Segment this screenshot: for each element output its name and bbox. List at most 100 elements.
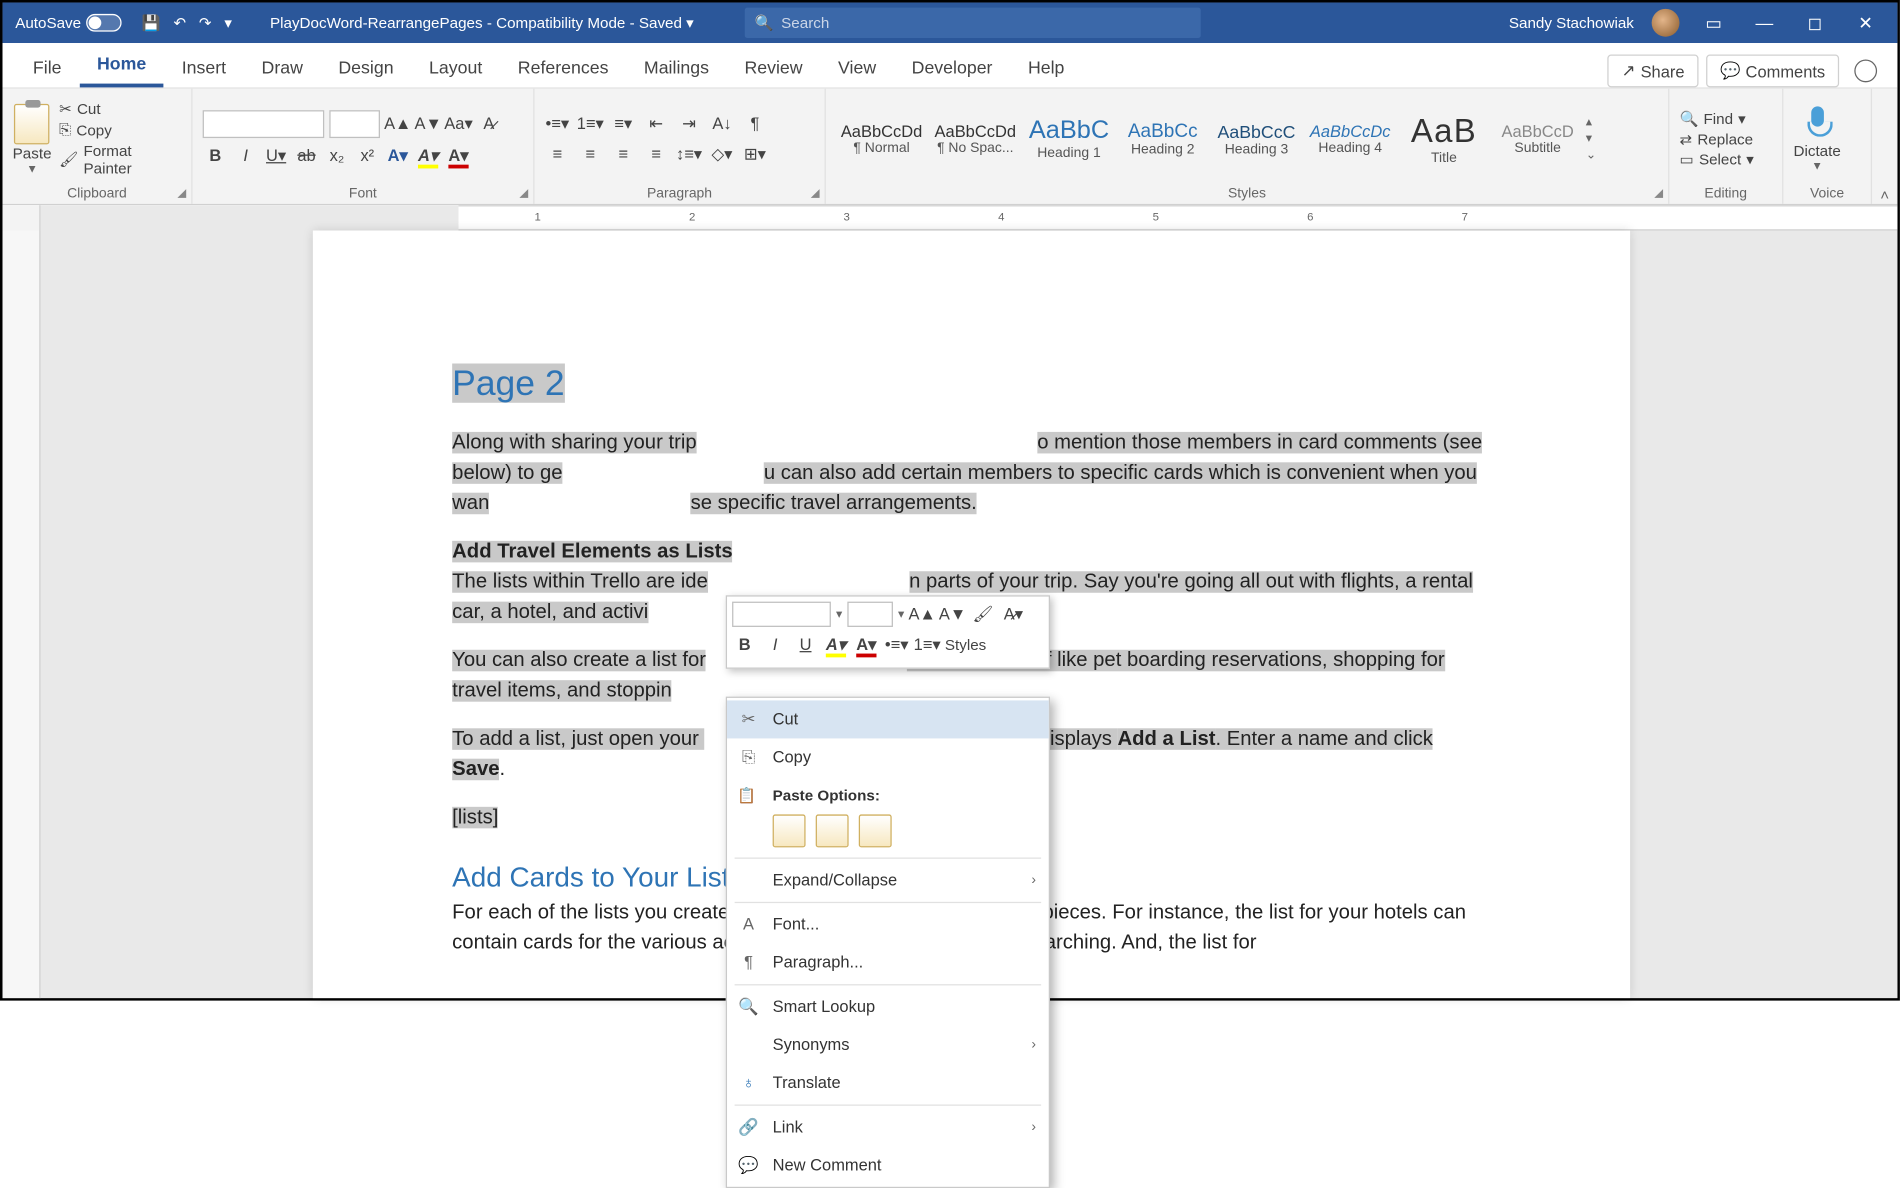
- mini-clear-format-icon[interactable]: A̷▾: [1001, 602, 1026, 627]
- tab-home[interactable]: Home: [79, 43, 164, 87]
- qat-customize-icon[interactable]: ▾: [224, 14, 232, 32]
- dialog-launcher-icon[interactable]: ◢: [177, 186, 186, 200]
- collapse-ribbon-icon[interactable]: ˄: [1872, 89, 1897, 204]
- font-name-input[interactable]: [203, 110, 325, 138]
- shrink-font-icon[interactable]: A▼: [415, 111, 440, 136]
- ctx-translate[interactable]: ♁Translate: [727, 1064, 1049, 1102]
- username-label[interactable]: Sandy Stachowiak: [1509, 14, 1634, 32]
- ctx-new-comment[interactable]: 💬New Comment: [727, 1146, 1049, 1184]
- dictate-button[interactable]: Dictate ▼: [1794, 106, 1841, 172]
- align-right-button[interactable]: ≡: [611, 141, 636, 166]
- tab-help[interactable]: Help: [1010, 47, 1082, 88]
- style--no-spac-[interactable]: AaBbCcDd¶ No Spac...: [930, 103, 1021, 174]
- save-icon[interactable]: 💾: [142, 14, 161, 32]
- mini-underline-button[interactable]: U: [793, 632, 818, 657]
- style-subtitle[interactable]: AaBbCcDSubtitle: [1492, 103, 1583, 174]
- tab-developer[interactable]: Developer: [894, 47, 1010, 88]
- tab-references[interactable]: References: [500, 47, 626, 88]
- tab-view[interactable]: View: [820, 47, 894, 88]
- style-heading-2[interactable]: AaBbCcHeading 2: [1117, 103, 1208, 174]
- shading-button[interactable]: ◇▾: [709, 141, 734, 166]
- font-size-input[interactable]: [329, 110, 380, 138]
- comments-button[interactable]: 💬Comments: [1706, 54, 1839, 87]
- subscript-button[interactable]: x₂: [324, 142, 349, 167]
- sort-button[interactable]: A↓: [709, 111, 734, 136]
- align-left-button[interactable]: ≡: [545, 141, 570, 166]
- feedback-icon[interactable]: [1854, 60, 1877, 83]
- mini-format-painter-icon[interactable]: 🖌: [970, 602, 995, 627]
- ctx-smart-lookup[interactable]: 🔍Smart Lookup: [727, 988, 1049, 1026]
- strike-button[interactable]: ab: [294, 142, 319, 167]
- select-button[interactable]: ▭Select ▾: [1680, 150, 1754, 168]
- bold-button[interactable]: B: [203, 142, 228, 167]
- grow-font-icon[interactable]: A▲: [385, 111, 410, 136]
- mini-shrink-font-icon[interactable]: A▼: [940, 602, 965, 627]
- ctx-link[interactable]: 🔗Link›: [727, 1108, 1049, 1146]
- paste-merge-icon[interactable]: [816, 814, 849, 847]
- line-spacing-button[interactable]: ↕≡▾: [676, 141, 701, 166]
- dialog-launcher-icon[interactable]: ◢: [1654, 186, 1663, 200]
- text-effects-button[interactable]: A▾: [385, 142, 410, 167]
- horizontal-ruler[interactable]: 1234567: [3, 205, 1898, 230]
- cut-button[interactable]: ✂Cut: [59, 100, 181, 118]
- ctx-expand-collapse[interactable]: Expand/Collapse›: [727, 861, 1049, 899]
- italic-button[interactable]: I: [233, 142, 258, 167]
- style-title[interactable]: AaBTitle: [1398, 103, 1489, 174]
- ctx-synonyms[interactable]: Synonyms›: [727, 1026, 1049, 1064]
- maximize-icon[interactable]: ◻: [1799, 12, 1832, 34]
- paste-button[interactable]: Paste ▼: [13, 103, 52, 174]
- heading-page2[interactable]: Page 2: [452, 364, 564, 403]
- paste-keep-source-icon[interactable]: [773, 814, 806, 847]
- find-button[interactable]: 🔍Find ▾: [1680, 110, 1754, 128]
- bullets-button[interactable]: •≡▾: [545, 111, 570, 136]
- show-marks-button[interactable]: ¶: [742, 111, 767, 136]
- mini-italic-button[interactable]: I: [762, 632, 787, 657]
- copy-button[interactable]: ⎘Copy: [59, 120, 181, 139]
- ctx-font[interactable]: AFont...: [727, 906, 1049, 944]
- ctx-cut[interactable]: ✂Cut: [727, 700, 1049, 738]
- dialog-launcher-icon[interactable]: ◢: [519, 186, 528, 200]
- dialog-launcher-icon[interactable]: ◢: [811, 186, 820, 200]
- mini-bold-button[interactable]: B: [732, 632, 757, 657]
- user-avatar[interactable]: [1652, 9, 1680, 37]
- undo-icon[interactable]: ↶: [174, 14, 187, 32]
- numbering-button[interactable]: 1≡▾: [578, 111, 603, 136]
- tab-mailings[interactable]: Mailings: [626, 47, 727, 88]
- tab-layout[interactable]: Layout: [411, 47, 500, 88]
- vertical-ruler[interactable]: [3, 231, 41, 999]
- tab-design[interactable]: Design: [321, 47, 412, 88]
- mini-highlight-button[interactable]: A▾: [823, 632, 848, 657]
- ctx-paragraph[interactable]: ¶Paragraph...: [727, 944, 1049, 982]
- styles-more-button[interactable]: ▴▾⌄: [1586, 115, 1606, 162]
- toggle-off-icon[interactable]: [86, 14, 121, 32]
- decrease-indent-button[interactable]: ⇤: [643, 111, 668, 136]
- style-heading-4[interactable]: AaBbCcDcHeading 4: [1305, 103, 1396, 174]
- replace-button[interactable]: ⇄Replace: [1680, 130, 1754, 148]
- clear-format-icon[interactable]: A̷: [476, 111, 501, 136]
- style-heading-3[interactable]: AaBbCcCHeading 3: [1211, 103, 1302, 174]
- paste-text-only-icon[interactable]: [859, 814, 892, 847]
- style-heading-1[interactable]: AaBbCHeading 1: [1023, 103, 1114, 174]
- mini-bullets-button[interactable]: •≡▾: [884, 632, 909, 657]
- search-box[interactable]: 🔍 Search: [744, 8, 1200, 38]
- highlight-button[interactable]: A▾: [415, 142, 440, 167]
- superscript-button[interactable]: x²: [355, 142, 380, 167]
- autosave-toggle[interactable]: AutoSave: [8, 14, 130, 32]
- mini-grow-font-icon[interactable]: A▲: [909, 602, 934, 627]
- tab-draw[interactable]: Draw: [244, 47, 321, 88]
- font-color-button[interactable]: A▾: [446, 142, 471, 167]
- underline-button[interactable]: U▾: [263, 142, 288, 167]
- redo-icon[interactable]: ↷: [199, 14, 212, 32]
- tab-review[interactable]: Review: [727, 47, 821, 88]
- align-center-button[interactable]: ≡: [578, 141, 603, 166]
- justify-button[interactable]: ≡: [643, 141, 668, 166]
- mini-numbering-button[interactable]: 1≡▾: [914, 632, 939, 657]
- ribbon-display-icon[interactable]: ▭: [1697, 12, 1730, 34]
- minimize-icon[interactable]: —: [1748, 13, 1781, 33]
- mini-styles-button[interactable]: Styles: [945, 633, 986, 656]
- share-button[interactable]: ↗Share: [1608, 54, 1699, 87]
- borders-button[interactable]: ⊞▾: [742, 141, 767, 166]
- close-icon[interactable]: ✕: [1849, 12, 1882, 34]
- document-page[interactable]: Page 2 Along with sharing your trip o me…: [313, 231, 1630, 999]
- mini-font-input[interactable]: [732, 602, 831, 627]
